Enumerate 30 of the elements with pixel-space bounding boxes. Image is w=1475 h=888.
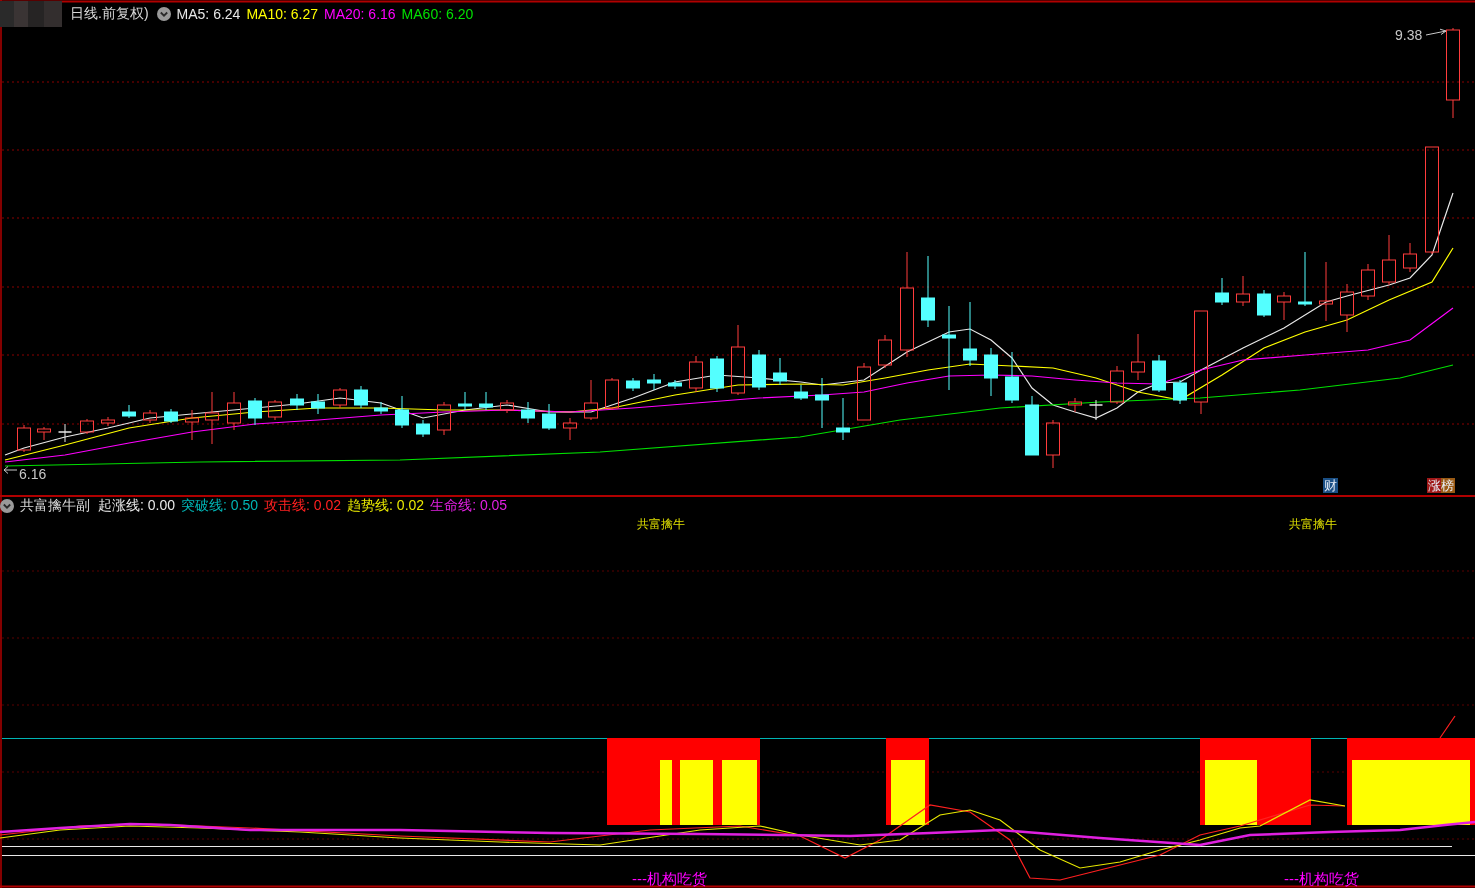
indicator-value: 攻击线: 0.02 bbox=[264, 497, 342, 515]
leader-arrow bbox=[1425, 28, 1447, 36]
pixelated-block bbox=[0, 1, 62, 27]
indicator-value: MA5: 6.24 bbox=[176, 6, 241, 22]
signal-label: 共富擒牛 bbox=[1289, 517, 1337, 531]
chevron-down-icon[interactable] bbox=[156, 7, 171, 21]
signal-label: 共富擒牛 bbox=[637, 517, 685, 531]
high-price-label: 9.38 bbox=[1395, 27, 1423, 43]
badge[interactable]: 涨榜 bbox=[1427, 478, 1455, 493]
signal-bar bbox=[680, 760, 713, 825]
arrow-left-icon bbox=[3, 466, 18, 474]
indicator-value: MA10: 6.27 bbox=[246, 6, 318, 22]
indicator-value: 生命线: 0.05 bbox=[430, 497, 508, 515]
low-price-label: 6.16 bbox=[19, 466, 47, 482]
chevron-down-icon[interactable] bbox=[0, 499, 14, 513]
signal-bar bbox=[660, 760, 672, 825]
signal-bar bbox=[1205, 760, 1257, 825]
indicator-value: MA60: 6.20 bbox=[401, 6, 474, 22]
indicator-value: 趋势线: 0.02 bbox=[347, 497, 425, 515]
chart-title: 日线.前复权) bbox=[70, 5, 149, 23]
badge[interactable]: 财 bbox=[1323, 478, 1338, 493]
indicator-value: 突破线: 0.50 bbox=[181, 497, 259, 515]
indicator-line bbox=[1439, 715, 1456, 739]
signal-bar bbox=[722, 760, 757, 825]
signal-label: ---机构吃货 bbox=[632, 870, 707, 887]
indicator-value: MA20: 6.16 bbox=[324, 6, 396, 22]
signal-bar bbox=[891, 760, 925, 825]
signal-label: ---机构吃货 bbox=[1284, 870, 1359, 887]
indicator-title: 共富擒牛副 bbox=[20, 497, 90, 515]
indicator-value: 起涨线: 0.00 bbox=[98, 497, 176, 515]
